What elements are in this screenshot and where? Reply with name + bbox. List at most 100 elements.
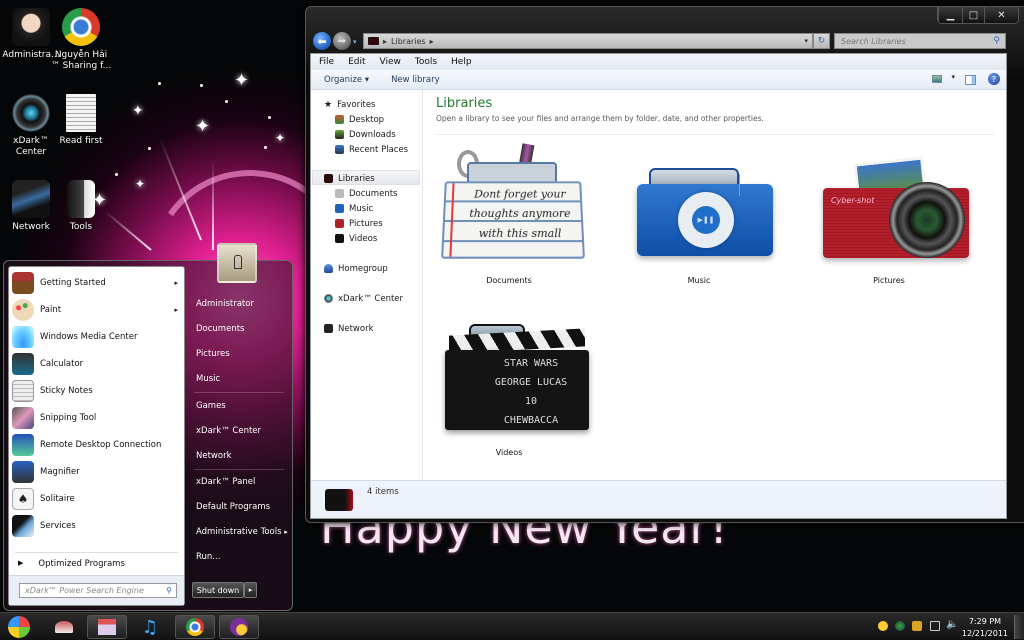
tray-messenger-icon[interactable]: [878, 621, 888, 631]
menu-help[interactable]: Help: [451, 57, 472, 67]
show-desktop-button[interactable]: [1014, 615, 1024, 639]
nav-homegroup[interactable]: Homegroup: [324, 262, 388, 275]
program-solitaire[interactable]: ♠ Solitaire: [12, 486, 182, 512]
refresh-button[interactable]: ↻: [813, 33, 830, 49]
forward-button[interactable]: ➡: [333, 32, 351, 50]
address-bar[interactable]: ▸ Libraries ▸ ▾: [363, 33, 813, 49]
user-avatar-icon: [12, 8, 50, 46]
shutdown-options-button[interactable]: ▸: [244, 582, 257, 598]
start-item-music[interactable]: Music: [196, 374, 220, 384]
nav-desktop[interactable]: Desktop: [335, 113, 384, 126]
taskbar-app-1[interactable]: [44, 615, 84, 639]
user-picture[interactable]: [217, 243, 257, 283]
desktop-icon-sharing[interactable]: Nguyễn Hải ™ Sharing f...: [50, 8, 112, 72]
hat-app-icon: [55, 621, 73, 633]
nav-libraries[interactable]: Libraries: [324, 172, 375, 185]
all-programs-label: Optimized Programs: [38, 559, 125, 569]
start-search-input[interactable]: xDark™ Power Search Engine ⚲: [19, 583, 177, 598]
minimize-button[interactable]: ▁: [938, 7, 962, 23]
nav-videos[interactable]: Videos: [335, 232, 377, 245]
nav-label: Pictures: [349, 218, 383, 229]
taskbar-chrome[interactable]: [175, 615, 215, 639]
start-item-xdark-center[interactable]: xDark™ Center: [196, 426, 261, 436]
start-item-administrative-tools[interactable]: Administrative Tools ▸: [196, 527, 288, 537]
tray-users-icon[interactable]: [912, 621, 922, 631]
wallpaper-ray: [212, 160, 214, 250]
start-item-run[interactable]: Run...: [196, 552, 220, 562]
library-music[interactable]: ▶❚❚ Music: [624, 144, 774, 285]
menu-edit[interactable]: Edit: [348, 57, 365, 67]
library-documents[interactable]: Dont forget your thoughts anymore with t…: [434, 143, 585, 285]
tray-connection-icon[interactable]: [930, 621, 940, 631]
taskbar: ♫ 🔈 7:29 PM 12/21/2011: [0, 612, 1024, 640]
clapper-line: CHEWBACCA: [503, 415, 559, 426]
all-programs-button[interactable]: ▶ Optimized Programs: [18, 559, 125, 569]
nav-xdark-center[interactable]: xDark™ Center: [324, 292, 403, 305]
desktop-icon-tools[interactable]: Tools: [50, 180, 112, 233]
star: ✦: [132, 103, 144, 119]
calculator-icon: [12, 353, 34, 375]
change-view-icon[interactable]: [932, 75, 942, 83]
camera-lens: [889, 182, 965, 258]
breadcrumb-libraries[interactable]: Libraries: [391, 37, 426, 46]
start-item-documents[interactable]: Documents: [196, 324, 244, 334]
program-getting-started[interactable]: Getting Started ▸: [12, 270, 182, 296]
preview-pane-icon[interactable]: [965, 75, 976, 85]
nav-music[interactable]: Music: [335, 202, 373, 215]
start-button[interactable]: [2, 615, 36, 639]
program-label: Services: [40, 521, 76, 531]
start-menu: Getting Started ▸ Paint ▸ Windows Media Ce…: [3, 243, 293, 611]
search-input[interactable]: Search Libraries ⚲: [834, 33, 1006, 49]
start-item-network[interactable]: Network: [196, 451, 232, 461]
nav-documents[interactable]: Documents: [335, 187, 397, 200]
program-paint[interactable]: Paint ▸: [12, 297, 182, 323]
taskbar-clock[interactable]: 7:29 PM 12/21/2011: [962, 616, 1008, 640]
program-windows-media-center[interactable]: Windows Media Center: [12, 324, 182, 350]
start-item-administrator[interactable]: Administrator: [196, 299, 254, 309]
help-icon[interactable]: ?: [988, 73, 1000, 85]
recent-pages-dropdown[interactable]: ▾: [353, 38, 357, 46]
program-sticky-notes[interactable]: Sticky Notes: [12, 378, 182, 404]
library-pictures[interactable]: Cyber-shot Pictures: [814, 144, 969, 285]
shutdown-button[interactable]: Shut down: [192, 582, 244, 598]
maximize-button[interactable]: □: [962, 7, 984, 23]
new-library-button[interactable]: New library: [391, 75, 440, 85]
desktop-icon-read-first[interactable]: Read first: [50, 94, 112, 147]
start-item-label: Administrative Tools: [196, 527, 282, 537]
nav-network[interactable]: Network: [324, 322, 374, 335]
nav-pictures[interactable]: Pictures: [335, 217, 383, 230]
taskbar-itunes[interactable]: ♫: [130, 615, 170, 639]
menu-view[interactable]: View: [380, 57, 401, 67]
address-dropdown-icon[interactable]: ▾: [804, 37, 808, 45]
taskbar-app-store[interactable]: [87, 615, 127, 639]
search-icon[interactable]: ⚲: [993, 36, 1000, 46]
close-button[interactable]: ✕: [984, 7, 1018, 23]
back-button[interactable]: ⬅: [313, 32, 331, 50]
start-item-pictures[interactable]: Pictures: [196, 349, 230, 359]
program-calculator[interactable]: Calculator: [12, 351, 182, 377]
taskbar-yahoo-messenger[interactable]: [219, 615, 259, 639]
program-snipping-tool[interactable]: Snipping Tool: [12, 405, 182, 431]
program-magnifier[interactable]: Magnifier: [12, 459, 182, 485]
nav-downloads[interactable]: Downloads: [335, 128, 396, 141]
tray-volume-icon[interactable]: 🔈: [946, 619, 958, 630]
expand-arrow-icon: ▶: [18, 559, 24, 567]
menu-file[interactable]: File: [319, 57, 334, 67]
menu-tools[interactable]: Tools: [415, 57, 437, 67]
program-services[interactable]: Services: [12, 513, 182, 539]
start-item-xdark-panel[interactable]: xDark™ Panel: [196, 477, 255, 487]
divider: [15, 552, 178, 553]
nav-label: Documents: [349, 188, 398, 199]
view-options-dropdown[interactable]: ▾: [951, 73, 955, 81]
margin-line: [449, 183, 455, 257]
organize-button[interactable]: Organize ▾: [324, 75, 369, 85]
nav-favorites[interactable]: ★ Favorites: [324, 98, 375, 111]
start-item-default-programs[interactable]: Default Programs: [196, 502, 270, 512]
search-icon[interactable]: ⚲: [166, 586, 172, 595]
library-videos[interactable]: STAR WARS GEORGE LUCAS 10 CHEWBACCA Vide…: [434, 316, 589, 457]
library-label: Pictures: [873, 276, 905, 285]
nav-recent-places[interactable]: Recent Places: [335, 143, 408, 156]
tray-network-globe-icon[interactable]: [895, 621, 905, 631]
start-item-games[interactable]: Games: [196, 401, 226, 411]
program-remote-desktop[interactable]: Remote Desktop Connection: [12, 432, 182, 458]
